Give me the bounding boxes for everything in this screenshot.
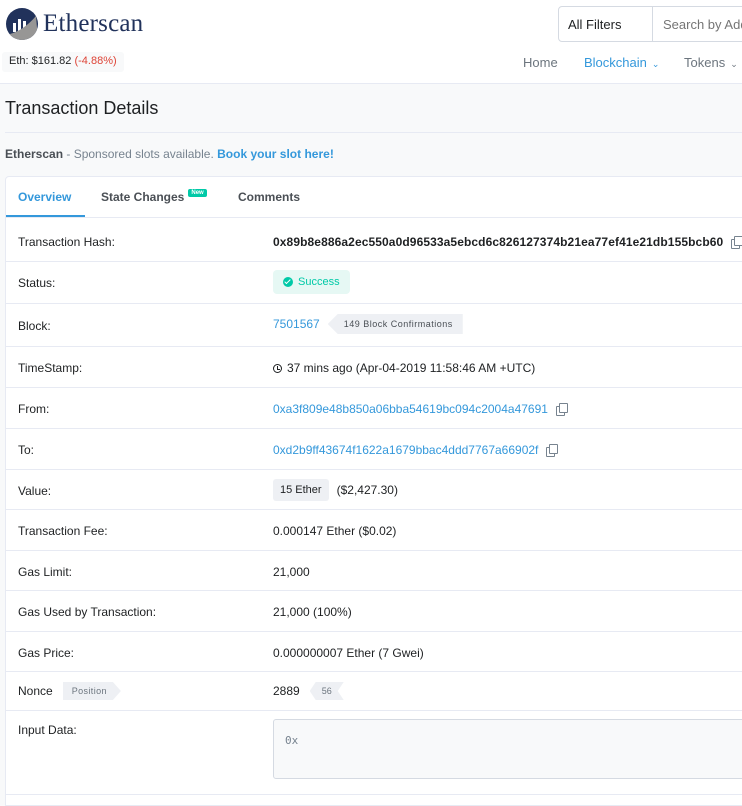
tab-state-changes-label: State Changes	[101, 190, 185, 204]
nonce-label-wrap: Nonce Position	[18, 682, 121, 700]
timestamp-label: TimeStamp:	[18, 361, 83, 375]
to-label: To:	[18, 443, 35, 457]
row-transaction-fee: Transaction Fee: 0.000147 Ether ($0.02)	[6, 510, 742, 551]
chevron-down-icon: ⌄	[730, 59, 738, 69]
to-address-link[interactable]: 0xd2b9ff43674f1622a1679bbac4ddd7767a6690…	[273, 443, 538, 457]
copy-icon[interactable]	[731, 236, 742, 249]
tab-bar: Overview State Changes New Comments	[6, 177, 742, 218]
input-data-field[interactable]: 0x	[273, 719, 742, 779]
to-value-wrap: 0xd2b9ff43674f1622a1679bbac4ddd7767a6690…	[273, 443, 559, 457]
status-label: Status:	[18, 276, 56, 290]
status-badge: Success	[273, 270, 350, 294]
gas-limit-label: Gas Limit:	[18, 565, 73, 579]
etherscan-logo[interactable]: Etherscan	[6, 8, 143, 40]
row-gas-used: Gas Used by Transaction: 21,000 (100%)	[6, 591, 742, 632]
check-circle-icon	[283, 277, 293, 287]
timestamp-value-wrap: 37 mins ago (Apr-04-2019 11:58:46 AM +UT…	[273, 361, 535, 375]
logo-text: Etherscan	[43, 10, 144, 37]
copy-icon[interactable]	[555, 403, 568, 416]
sponsor-text: - Sponsored slots available.	[63, 147, 218, 161]
row-block: Block: 7501567 149 Block Confirmations	[6, 304, 742, 347]
transaction-fee-value: 0.000147 Ether ($0.02)	[273, 524, 397, 538]
active-tab-indicator	[6, 215, 85, 217]
nav-blockchain-label: Blockchain	[584, 55, 647, 70]
row-from: From: 0xa3f809e48b850a06bba54619bc094c20…	[6, 388, 742, 429]
search-bar: All Filters	[558, 6, 742, 42]
row-value: Value: 15 Ether ($2,427.30)	[6, 470, 742, 510]
filter-select[interactable]: All Filters	[559, 7, 653, 41]
row-transaction-hash: Transaction Hash: 0x89b8e886a2ec550a0d96…	[6, 221, 742, 262]
gas-price-label: Gas Price:	[18, 646, 75, 660]
row-gas-price: Gas Price: 0.000000007 Ether (7 Gwei)	[6, 632, 742, 672]
tab-overview[interactable]: Overview	[18, 190, 71, 204]
value-usd: ($2,427.30)	[336, 483, 398, 497]
transaction-hash-value: 0x89b8e886a2ec550a0d96533a5ebcd6c8261273…	[273, 235, 724, 249]
from-label: From:	[18, 402, 50, 416]
transaction-hash-label: Transaction Hash:	[18, 235, 115, 249]
nonce-value: 2889	[273, 684, 300, 698]
input-data-label: Input Data:	[18, 723, 77, 737]
transaction-fee-label: Transaction Fee:	[18, 524, 108, 538]
position-label-badge: Position	[63, 682, 121, 700]
timestamp-value: 37 mins ago (Apr-04-2019 11:58:46 AM +UT…	[287, 361, 536, 375]
sponsor-banner: Etherscan - Sponsored slots available. B…	[5, 147, 334, 161]
chevron-down-icon: ⌄	[651, 59, 660, 69]
title-divider	[5, 132, 742, 133]
block-label: Block:	[18, 319, 51, 333]
etherscan-logo-icon	[6, 8, 38, 40]
new-badge: New	[188, 189, 207, 197]
gas-limit-value: 21,000	[273, 565, 310, 579]
tab-state-changes[interactable]: State Changes New	[101, 189, 207, 204]
confirmations-badge: 149 Block Confirmations	[327, 314, 463, 334]
site-header: Etherscan Eth: $161.82 (-4.88%) All Filt…	[0, 0, 742, 84]
sponsor-brand: Etherscan	[5, 147, 64, 161]
nav-tokens-label: Tokens	[684, 55, 726, 70]
eth-price: Eth: $161.82 (-4.88%)	[2, 52, 124, 72]
nav-tokens[interactable]: Tokens ⌄	[684, 55, 738, 70]
status-text: Success	[298, 276, 340, 288]
value-label: Value:	[18, 484, 52, 498]
row-to: To: 0xd2b9ff43674f1622a1679bbac4ddd7767a…	[6, 429, 742, 470]
value-eth-badge: 15 Ether	[273, 479, 329, 501]
from-value-wrap: 0xa3f809e48b850a06bba54619bc094c2004a476…	[273, 402, 568, 416]
row-status: Status: Success	[6, 262, 742, 304]
status-value-wrap: Success	[273, 270, 350, 294]
transaction-card: Overview State Changes New Comments Trans…	[5, 176, 742, 806]
nonce-value-wrap: 2889 56	[273, 682, 344, 700]
row-input-data: Input Data: 0x	[6, 711, 742, 795]
gas-price-value: 0.000000007 Ether (7 Gwei)	[273, 646, 424, 660]
eth-price-change: (-4.88%)	[74, 55, 117, 67]
row-timestamp: TimeStamp: 37 mins ago (Apr-04-2019 11:5…	[6, 347, 742, 388]
position-value-badge: 56	[310, 682, 344, 700]
transaction-hash-value-wrap: 0x89b8e886a2ec550a0d96533a5ebcd6c8261273…	[273, 235, 742, 249]
block-link[interactable]: 7501567	[273, 317, 320, 331]
gas-used-label: Gas Used by Transaction:	[18, 605, 157, 619]
tab-comments[interactable]: Comments	[238, 190, 300, 204]
row-gas-limit: Gas Limit: 21,000	[6, 551, 742, 591]
row-nonce: Nonce Position 2889 56	[6, 672, 742, 711]
sponsor-link[interactable]: Book your slot here!	[217, 147, 334, 161]
block-value-wrap: 7501567 149 Block Confirmations	[273, 314, 463, 334]
nav-home[interactable]: Home	[523, 55, 558, 70]
value-wrap: 15 Ether ($2,427.30)	[273, 479, 398, 501]
search-input[interactable]	[653, 7, 742, 41]
clock-icon	[273, 363, 282, 373]
nav-blockchain[interactable]: Blockchain ⌄	[584, 55, 659, 70]
gas-used-value: 21,000 (100%)	[273, 605, 352, 619]
eth-price-value: Eth: $161.82	[9, 55, 72, 67]
copy-icon[interactable]	[546, 444, 559, 457]
page-title: Transaction Details	[5, 98, 159, 118]
nonce-label: Nonce	[18, 684, 53, 698]
from-address-link[interactable]: 0xa3f809e48b850a06bba54619bc094c2004a476…	[273, 402, 548, 416]
